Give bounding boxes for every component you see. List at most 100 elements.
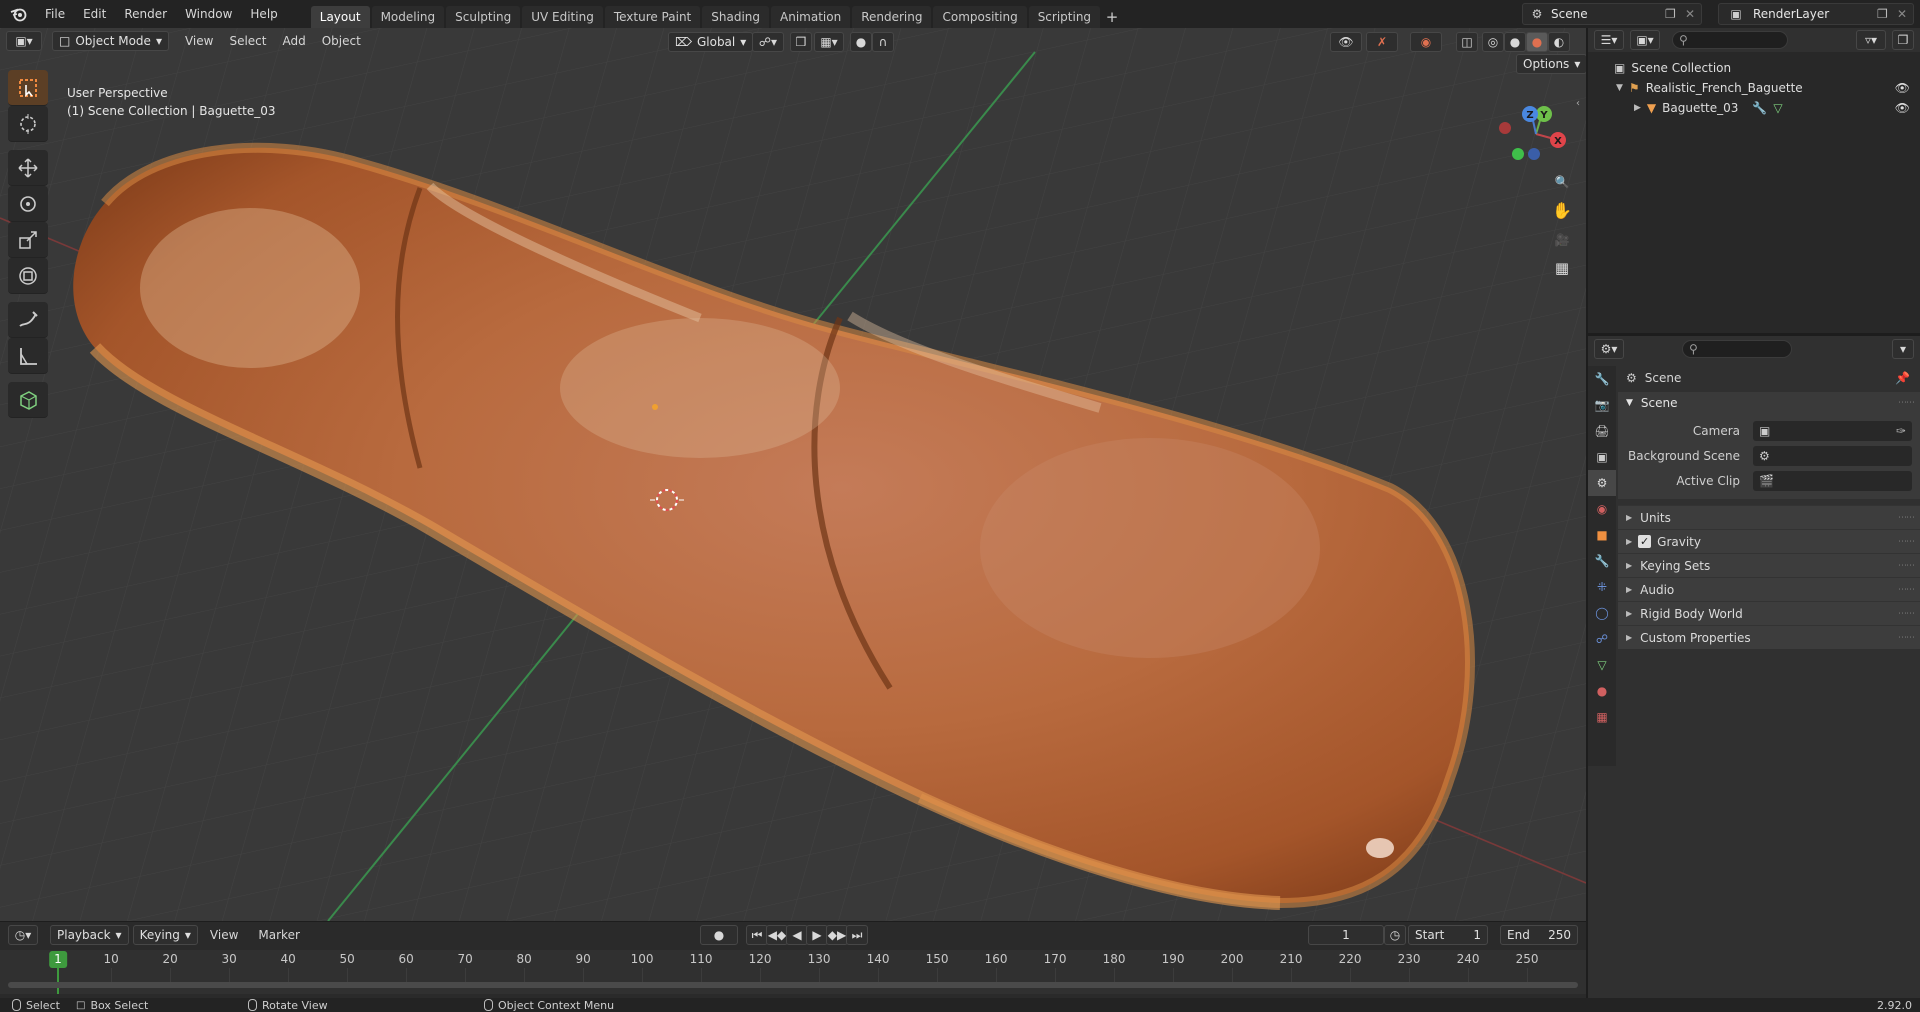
tab-rendering[interactable]: Rendering [852,6,932,28]
world-tab-icon[interactable]: ◉ [1588,496,1616,522]
outliner-editor-icon[interactable]: ☰▾ [1594,30,1624,50]
eye-icon[interactable]: 👁 [1895,101,1910,115]
tool-tab-icon[interactable]: 🔧 [1588,366,1616,392]
custom-properties-panel-header[interactable]: ▶ Custom Properties ⋯⋯ [1618,625,1920,649]
tab-shading[interactable]: Shading [702,6,769,28]
tree-row-scene-collection[interactable]: ▣ Scene Collection [1588,58,1920,78]
tab-scripting[interactable]: Scripting [1028,6,1101,28]
tree-row-collection[interactable]: ▼ ⚑ Realistic_French_Baguette 👁 [1588,78,1920,98]
current-frame-marker[interactable]: 1 [49,951,67,968]
visibility-icon[interactable]: 👁 [1330,32,1362,52]
menu-add[interactable]: Add [274,31,313,51]
drag-handle-icon[interactable]: ⋯⋯ [1898,609,1915,619]
end-frame-field[interactable]: End 250 [1500,925,1578,945]
pin-icon[interactable]: 📌 [1895,371,1910,385]
menu-object[interactable]: Object [314,31,369,51]
drag-handle-icon[interactable]: ⋯⋯ [1898,585,1915,595]
menu-window[interactable]: Window [176,3,241,25]
drag-handle-icon[interactable]: ⋯⋯ [1898,537,1915,547]
sidebar-toggle-icon[interactable]: ‹ [1576,98,1580,109]
expand-arrow-icon[interactable]: ▼ [1616,83,1623,93]
background-scene-field[interactable]: ⚙ [1753,445,1912,466]
add-workspace-button[interactable]: + [1102,6,1122,28]
properties-search-input[interactable]: ⚲ [1682,340,1792,358]
new-collection-icon[interactable]: ❐ [1892,30,1914,50]
outliner-search-input[interactable]: ⚲ [1672,31,1788,49]
options-dropdown[interactable]: Options ▾ [1516,54,1586,74]
tab-texture-paint[interactable]: Texture Paint [604,6,701,28]
menu-timeline-view[interactable]: View [202,925,246,945]
particles-tab-icon[interactable]: ⁜ [1588,574,1616,600]
material-tab-icon[interactable]: ● [1588,678,1616,704]
eyedropper-icon[interactable]: ✑ [1896,424,1906,438]
expand-arrow-icon[interactable]: ▶ [1634,103,1641,113]
overlays-icon[interactable]: ◉ [1410,32,1442,52]
playback-dropdown[interactable]: Playback ▾ [50,925,129,945]
jump-start-icon[interactable]: ⏮ [746,925,768,945]
tree-row-object[interactable]: ▶ ▼ Baguette_03 🔧 ▽ 👁 [1588,98,1920,118]
timeline-ruler[interactable]: 10 20 30 40 50 60 70 80 90 100 110 120 130 140 150 160 1… [0,950,1586,994]
tab-uv-editing[interactable]: UV Editing [522,6,603,28]
start-frame-field[interactable]: Start 1 [1408,925,1488,945]
auto-keying-icon[interactable]: ● [700,925,738,945]
menu-marker[interactable]: Marker [250,925,307,945]
snap-toggle-icon[interactable]: ❒ [790,32,812,52]
falloff-icon[interactable]: ∩ [872,32,894,52]
menu-edit[interactable]: Edit [74,3,115,25]
move-tool[interactable] [8,150,48,186]
tab-animation[interactable]: Animation [771,6,851,28]
solid-shading-icon[interactable]: ● [1504,32,1526,52]
scene-selector[interactable]: ⚙ Scene ❐ ✕ [1522,3,1702,25]
view-layer-tab-icon[interactable]: ▣ [1588,444,1616,470]
next-keyframe-icon[interactable]: ◆▶ [826,925,848,945]
keying-sets-panel-header[interactable]: ▶ Keying Sets ⋯⋯ [1618,553,1920,577]
neg-y-axis-icon[interactable] [1512,148,1524,160]
menu-view[interactable]: View [177,31,221,51]
annotate-tool[interactable] [8,302,48,338]
mode-dropdown[interactable]: □ Object Mode ▾ [52,31,169,51]
proportional-edit-icon[interactable]: ● [850,32,872,52]
eye-icon[interactable]: 👁 [1895,81,1910,95]
current-frame-field[interactable]: 1 [1308,925,1384,945]
render-tab-icon[interactable]: 📷 [1588,392,1616,418]
tab-layout[interactable]: Layout [310,6,370,28]
3d-viewport[interactable]: ▣▾ □ Object Mode ▾ View Select Add Objec… [0,28,1586,921]
close-icon[interactable]: ✕ [1685,7,1701,21]
tab-sculpting[interactable]: Sculpting [446,6,521,28]
rendered-shading-icon[interactable]: ◐ [1548,32,1570,52]
gravity-checkbox[interactable]: ✓ [1638,535,1652,548]
duplicate-icon[interactable]: ❐ [1877,7,1897,21]
physics-tab-icon[interactable]: ◯ [1588,600,1616,626]
timeline-scrollbar[interactable] [8,982,1578,988]
keying-dropdown[interactable]: Keying ▾ [132,925,198,945]
wireframe-shading-icon[interactable]: ◎ [1482,32,1504,52]
modifier-tab-icon[interactable]: 🔧 [1588,548,1616,574]
neg-x-axis-icon[interactable] [1499,122,1511,134]
object-tab-icon[interactable]: ■ [1588,522,1616,548]
play-icon[interactable]: ▶ [806,925,828,945]
duplicate-icon[interactable]: ❐ [1665,7,1685,21]
camera-field[interactable]: ▣ ✑ [1753,420,1912,441]
scene-tab-icon[interactable]: ⚙ [1588,470,1616,496]
cursor-tool[interactable] [8,106,48,142]
zoom-icon[interactable]: 🔍 [1548,168,1576,196]
blender-logo-icon[interactable] [8,3,30,25]
pan-hand-icon[interactable]: ✋ [1548,196,1576,224]
drag-handle-icon[interactable]: ⋯⋯ [1898,513,1915,523]
scale-tool[interactable] [8,222,48,258]
filter-icon[interactable]: ▿▾ [1856,30,1886,50]
jump-end-icon[interactable]: ⏭ [846,925,868,945]
properties-options-icon[interactable]: ▾ [1892,339,1914,359]
mesh-data-icon[interactable]: ▽ [1773,101,1782,115]
prev-keyframe-icon[interactable]: ◀◆ [766,925,788,945]
drag-handle-icon[interactable]: ⋯⋯ [1898,561,1915,571]
add-cube-tool[interactable] [8,382,48,418]
menu-file[interactable]: File [36,3,74,25]
rotate-tool[interactable] [8,186,48,222]
camera-view-icon[interactable]: 🎥 [1548,226,1576,254]
pivot-point-icon[interactable]: ☍▾ [752,32,784,52]
output-tab-icon[interactable]: 🖨 [1588,418,1616,444]
gravity-panel-header[interactable]: ▶ ✓ Gravity ⋯⋯ [1618,529,1920,553]
timeline-editor-icon[interactable]: ◷▾ [8,925,38,945]
gizmo-toggle-icon[interactable]: ✗ [1366,32,1398,52]
